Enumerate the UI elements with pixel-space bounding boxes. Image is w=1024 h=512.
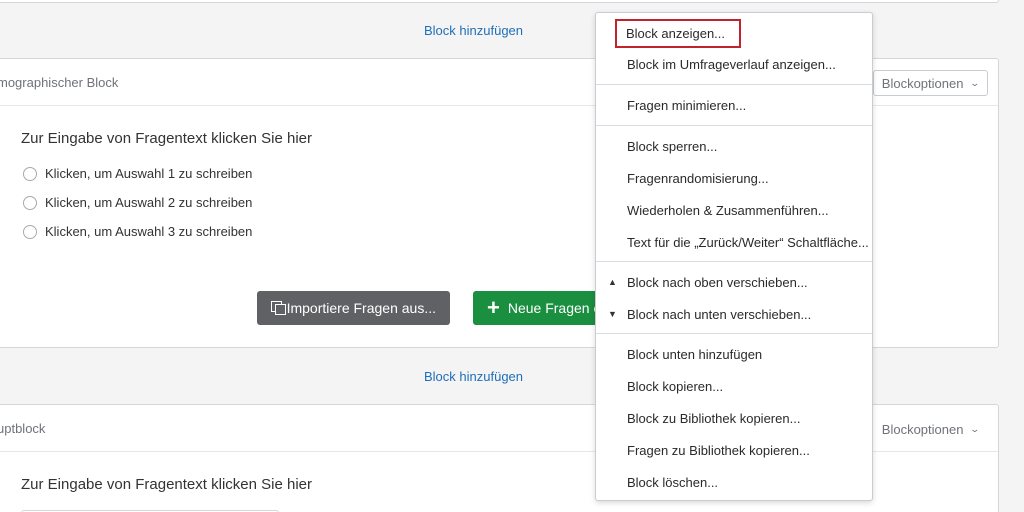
menu-item-label: Wiederholen & Zusammenführen... xyxy=(627,202,829,218)
menu-item-label: Fragen zu Bibliothek kopieren... xyxy=(627,442,810,458)
question-text[interactable]: Zur Eingabe von Fragentext klicken Sie h… xyxy=(21,130,312,147)
menu-item-show-block[interactable]: Block anzeigen... xyxy=(596,18,872,48)
menu-item-label: Block zu Bibliothek kopieren... xyxy=(627,410,801,426)
chevron-down-icon: ⌄ xyxy=(969,77,981,88)
menu-item-label: Block nach unten verschieben... xyxy=(627,306,812,322)
menu-item-label: Block sperren... xyxy=(627,138,718,154)
menu-item-add-block-below[interactable]: Block unten hinzufügen xyxy=(596,340,872,368)
menu-item-loop-and-merge[interactable]: Wiederholen & Zusammenführen... xyxy=(596,196,872,224)
menu-item-copy-block-to-library[interactable]: Block zu Bibliothek kopieren... xyxy=(596,404,872,432)
radio-button[interactable] xyxy=(23,224,37,239)
menu-item-lock-block[interactable]: Block sperren... xyxy=(596,132,872,160)
block-options-button[interactable]: Blockoptionen ⌄ xyxy=(872,70,988,96)
menu-divider xyxy=(596,261,872,262)
choice-label[interactable]: Klicken, um Auswahl 2 zu schreiben xyxy=(45,195,252,210)
choice-item[interactable]: Klicken, um Auswahl 1 zu schreiben xyxy=(23,166,252,181)
triangle-up-icon: ▲ xyxy=(608,277,617,287)
chevron-down-icon: ⌄ xyxy=(969,423,981,434)
menu-item-label: Block unten hinzufügen xyxy=(627,346,763,362)
menu-item-label: Fragenrandomisierung... xyxy=(627,170,769,186)
menu-item-next-back-text[interactable]: Text für die „Zurück/Weiter“ Schaltfläch… xyxy=(596,228,872,256)
plus-icon: + xyxy=(487,295,500,320)
menu-item-label: Block nach oben verschieben... xyxy=(627,274,808,290)
menu-item-move-block-down[interactable]: ▼ Block nach unten verschieben... xyxy=(596,300,872,328)
radio-button[interactable] xyxy=(23,195,37,210)
menu-item-label: Fragen minimieren... xyxy=(627,97,747,113)
add-block-link-middle[interactable]: Block hinzufügen xyxy=(424,369,523,384)
menu-item-label: Block im Umfrageverlauf anzeigen... xyxy=(627,56,836,72)
radio-button[interactable] xyxy=(23,166,37,181)
choice-item[interactable]: Klicken, um Auswahl 3 zu schreiben xyxy=(23,224,252,239)
import-button-label: Importiere Fragen aus... xyxy=(286,300,436,316)
menu-item-copy-questions-to-library[interactable]: Fragen zu Bibliothek kopieren... xyxy=(596,436,872,464)
copy-documents-icon xyxy=(271,301,286,315)
choice-label[interactable]: Klicken, um Auswahl 3 zu schreiben xyxy=(45,224,252,239)
triangle-down-icon: ▼ xyxy=(608,309,617,319)
menu-item-label: Block anzeigen... xyxy=(614,18,742,48)
question-text[interactable]: Zur Eingabe von Fragentext klicken Sie h… xyxy=(21,476,312,493)
new-question-button[interactable]: + Neue Fragen e xyxy=(473,291,603,325)
menu-item-copy-block[interactable]: Block kopieren... xyxy=(596,372,872,400)
menu-item-label: Block löschen... xyxy=(627,474,719,490)
menu-divider xyxy=(596,84,872,85)
menu-item-label: Text für die „Zurück/Weiter“ Schaltfläch… xyxy=(627,234,869,250)
menu-item-question-randomization[interactable]: Fragenrandomisierung... xyxy=(596,164,872,192)
previous-block-card xyxy=(0,0,999,3)
block-options-button[interactable]: Blockoptionen ⌄ xyxy=(872,416,988,442)
block-options-menu: Block anzeigen... Block im Umfrageverlau… xyxy=(595,12,873,501)
block-name[interactable]: uptblock xyxy=(0,421,45,436)
import-questions-button[interactable]: Importiere Fragen aus... xyxy=(257,291,450,325)
menu-divider xyxy=(596,125,872,126)
add-block-link-top[interactable]: Block hinzufügen xyxy=(424,23,523,38)
choice-label[interactable]: Klicken, um Auswahl 1 zu schreiben xyxy=(45,166,252,181)
block-options-label: Blockoptionen xyxy=(881,421,964,437)
menu-item-label: Block kopieren... xyxy=(627,378,724,394)
menu-divider xyxy=(596,333,872,334)
menu-item-show-in-survey-flow[interactable]: Block im Umfrageverlauf anzeigen... xyxy=(596,50,872,78)
menu-item-move-block-up[interactable]: ▲ Block nach oben verschieben... xyxy=(596,268,872,296)
choice-item[interactable]: Klicken, um Auswahl 2 zu schreiben xyxy=(23,195,252,210)
block-name[interactable]: mographischer Block xyxy=(0,75,118,90)
menu-item-collapse-questions[interactable]: Fragen minimieren... xyxy=(596,91,872,119)
block-options-label: Blockoptionen xyxy=(881,75,964,91)
menu-item-delete-block[interactable]: Block löschen... xyxy=(596,468,872,496)
new-button-label: Neue Fragen e xyxy=(507,300,602,316)
